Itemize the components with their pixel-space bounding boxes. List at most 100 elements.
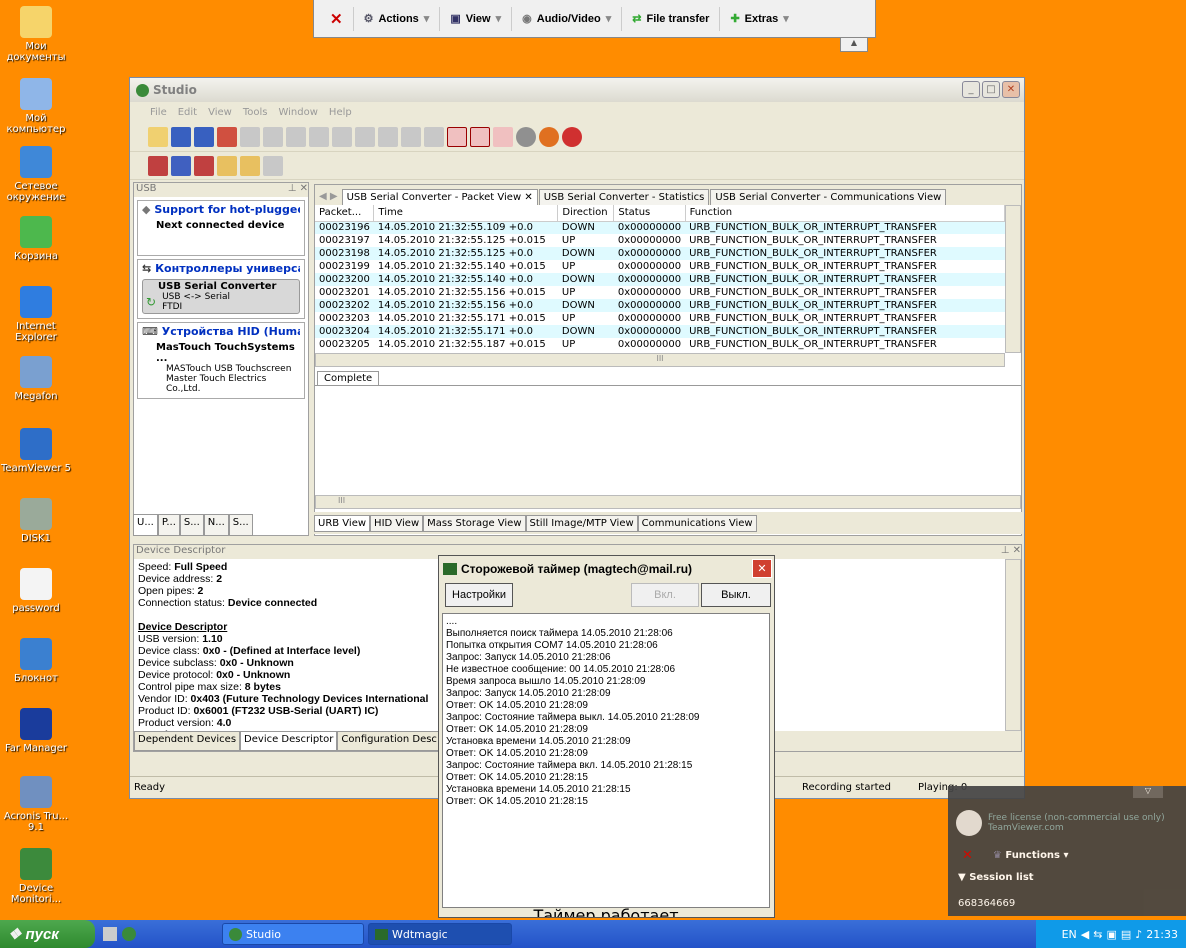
tab-hid-view[interactable]: HID View	[370, 514, 424, 532]
folder-up-icon[interactable]	[263, 155, 283, 176]
close-session-button[interactable]: ✕	[320, 6, 354, 31]
tab-complete[interactable]: Complete	[317, 371, 380, 385]
desktop-icon[interactable]: TeamViewer 5	[0, 428, 72, 474]
toolbar-collapse-tab[interactable]: ▲	[840, 38, 868, 52]
desktop-icon[interactable]: Блокнот	[0, 638, 72, 684]
tray-arrow-icon[interactable]: ◀	[1081, 928, 1089, 941]
desktop-icon[interactable]: Сетевое окружение	[0, 146, 72, 203]
desktop-icon[interactable]: DISK1	[0, 498, 72, 544]
tray-network-icon[interactable]: ▣	[1106, 928, 1116, 941]
file-transfer-button[interactable]: ⇄ File transfer	[622, 6, 721, 31]
new-icon[interactable]	[148, 126, 168, 147]
chart3-icon[interactable]	[194, 155, 214, 176]
device-item[interactable]: MasTouch TouchSystems ...	[142, 342, 300, 364]
actions-menu[interactable]: ⚙ Actions ▾	[354, 6, 441, 31]
folder-open-icon[interactable]	[240, 155, 260, 176]
table-row[interactable]: 00023201 14.05.2010 21:32:55.156 +0.015 UP…	[315, 286, 1005, 299]
device-group-usb-controllers[interactable]: ⇆ Контроллеры универсаль... USB Serial C…	[137, 259, 305, 319]
stop-icon[interactable]	[562, 126, 582, 147]
panel-pin-icon[interactable]: ⊥ ✕	[288, 183, 308, 197]
table-row[interactable]: 00023203 14.05.2010 21:32:55.171 +0.015 UP…	[315, 312, 1005, 325]
off-button[interactable]: Выкл.	[701, 583, 771, 607]
device-item-selected[interactable]: USB Serial Converter	[144, 281, 298, 292]
play-icon[interactable]	[516, 126, 536, 147]
horizontal-scrollbar-2[interactable]: III	[315, 495, 1021, 509]
taskbar-wdtmagic[interactable]: Wdtmagic	[368, 923, 512, 945]
close-session-icon[interactable]: ✕	[962, 848, 973, 863]
tab-s[interactable]: S...	[179, 514, 204, 536]
menu-tools[interactable]: Tools	[243, 107, 268, 118]
chart2-icon[interactable]	[171, 155, 191, 176]
table-row[interactable]: 00023197 14.05.2010 21:32:55.125 +0.015 UP…	[315, 234, 1005, 247]
extras-menu[interactable]: ✚ Extras ▾	[720, 7, 798, 31]
start-button[interactable]: ❖ пуск	[0, 920, 95, 948]
record-icon[interactable]	[447, 126, 467, 147]
descriptor-scrollbar[interactable]	[1005, 559, 1021, 731]
table-row[interactable]: 00023205 14.05.2010 21:32:55.187 +0.015 UP…	[315, 338, 1005, 351]
desktop-icon[interactable]: Megafon	[0, 356, 72, 402]
session-id[interactable]: 668364669	[958, 898, 1015, 909]
desktop-icon[interactable]: password	[0, 568, 72, 614]
copy-icon[interactable]	[263, 126, 283, 147]
export-icon[interactable]	[217, 126, 237, 147]
record-pause-icon[interactable]	[470, 126, 490, 147]
vertical-scrollbar[interactable]	[1005, 205, 1021, 353]
table-row[interactable]: 00023200 14.05.2010 21:32:55.140 +0.0 DOWN…	[315, 273, 1005, 286]
tool2-icon[interactable]	[424, 126, 444, 147]
tab-comm-view[interactable]: Communications View	[637, 514, 757, 532]
desktop-icon[interactable]: Мой компьютер	[0, 78, 72, 135]
tab-packet-view[interactable]: USB Serial Converter - Packet View ✕	[341, 189, 538, 205]
tab-p[interactable]: P...	[157, 514, 180, 536]
desktop-icon[interactable]: Device Monitori...	[0, 848, 72, 905]
collapse-icon[interactable]: ▼	[958, 872, 966, 883]
panel-toggle[interactable]: ▽	[1133, 786, 1163, 798]
table-row[interactable]: 00023196 14.05.2010 21:32:55.109 +0.0 DOWN…	[315, 221, 1005, 234]
device-group-hotplug[interactable]: ◆ Support for hot-plugged de... Next con…	[137, 200, 305, 256]
tab-statistics[interactable]: USB Serial Converter - Statistics	[538, 189, 710, 205]
col-time[interactable]: Time	[373, 205, 559, 222]
panel-pin-icon[interactable]: ⊥ ✕	[1001, 545, 1021, 559]
tab-s2[interactable]: S...	[228, 514, 253, 536]
menu-help[interactable]: Help	[329, 107, 352, 118]
desktop-icon[interactable]: Корзина	[0, 216, 72, 262]
desktop-icon[interactable]: Мои документы	[0, 6, 72, 63]
dialog-close-button[interactable]: ✕	[752, 559, 772, 578]
tray-monitor-icon[interactable]: ▤	[1121, 928, 1131, 941]
tab-dependent-devices[interactable]: Dependent Devices	[134, 731, 241, 751]
table-row[interactable]: 00023204 14.05.2010 21:32:55.171 +0.0 DOWN…	[315, 325, 1005, 338]
close-window-button[interactable]: ✕	[1002, 81, 1020, 98]
folder-icon[interactable]	[217, 155, 237, 176]
desktop-icon[interactable]: Internet Explorer	[0, 286, 72, 343]
functions-menu[interactable]: ♛ Functions ▾	[993, 850, 1069, 861]
menu-view[interactable]: View	[208, 107, 232, 118]
tab-still-image-view[interactable]: Still Image/MTP View	[525, 514, 638, 532]
tab-device-descriptor[interactable]: Device Descriptor	[240, 731, 338, 751]
col-status[interactable]: Status	[613, 205, 686, 222]
capture-icon[interactable]	[493, 126, 513, 147]
tab-n[interactable]: N...	[203, 514, 229, 536]
desktop-icon[interactable]: Acronis Tru... 9.1	[0, 776, 72, 833]
minimize-button[interactable]: _	[962, 81, 980, 98]
quicklaunch-icon[interactable]	[122, 927, 136, 941]
table-row[interactable]: 00023202 14.05.2010 21:32:55.156 +0.0 DOWN…	[315, 299, 1005, 312]
chart-icon[interactable]	[148, 155, 168, 176]
tray-teamviewer-icon[interactable]: ⇆	[1093, 928, 1102, 941]
device-item[interactable]: Next connected device	[142, 220, 300, 231]
tab-usb[interactable]: U...	[133, 514, 158, 536]
col-packet[interactable]: Packet...	[315, 205, 375, 222]
tab-urb-view[interactable]: URB View	[314, 514, 371, 532]
pages-icon[interactable]	[378, 126, 398, 147]
menu-edit[interactable]: Edit	[178, 107, 197, 118]
page-icon[interactable]	[355, 126, 375, 147]
audio-video-menu[interactable]: ◉ Audio/Video ▾	[512, 6, 623, 31]
save-as-icon[interactable]	[194, 126, 214, 147]
tray-volume-icon[interactable]: ♪	[1135, 928, 1142, 941]
tab-communications-view[interactable]: USB Serial Converter - Communications Vi…	[710, 189, 947, 205]
refresh-icon[interactable]	[309, 126, 329, 147]
on-button[interactable]: Вкл.	[631, 583, 699, 607]
tab-mass-storage-view[interactable]: Mass Storage View	[423, 514, 526, 532]
tab-configuration-descriptor[interactable]: Configuration Desc	[337, 731, 441, 751]
cut-icon[interactable]	[240, 126, 260, 147]
horizontal-scrollbar[interactable]: III	[315, 353, 1005, 367]
maximize-button[interactable]: □	[982, 81, 1000, 98]
